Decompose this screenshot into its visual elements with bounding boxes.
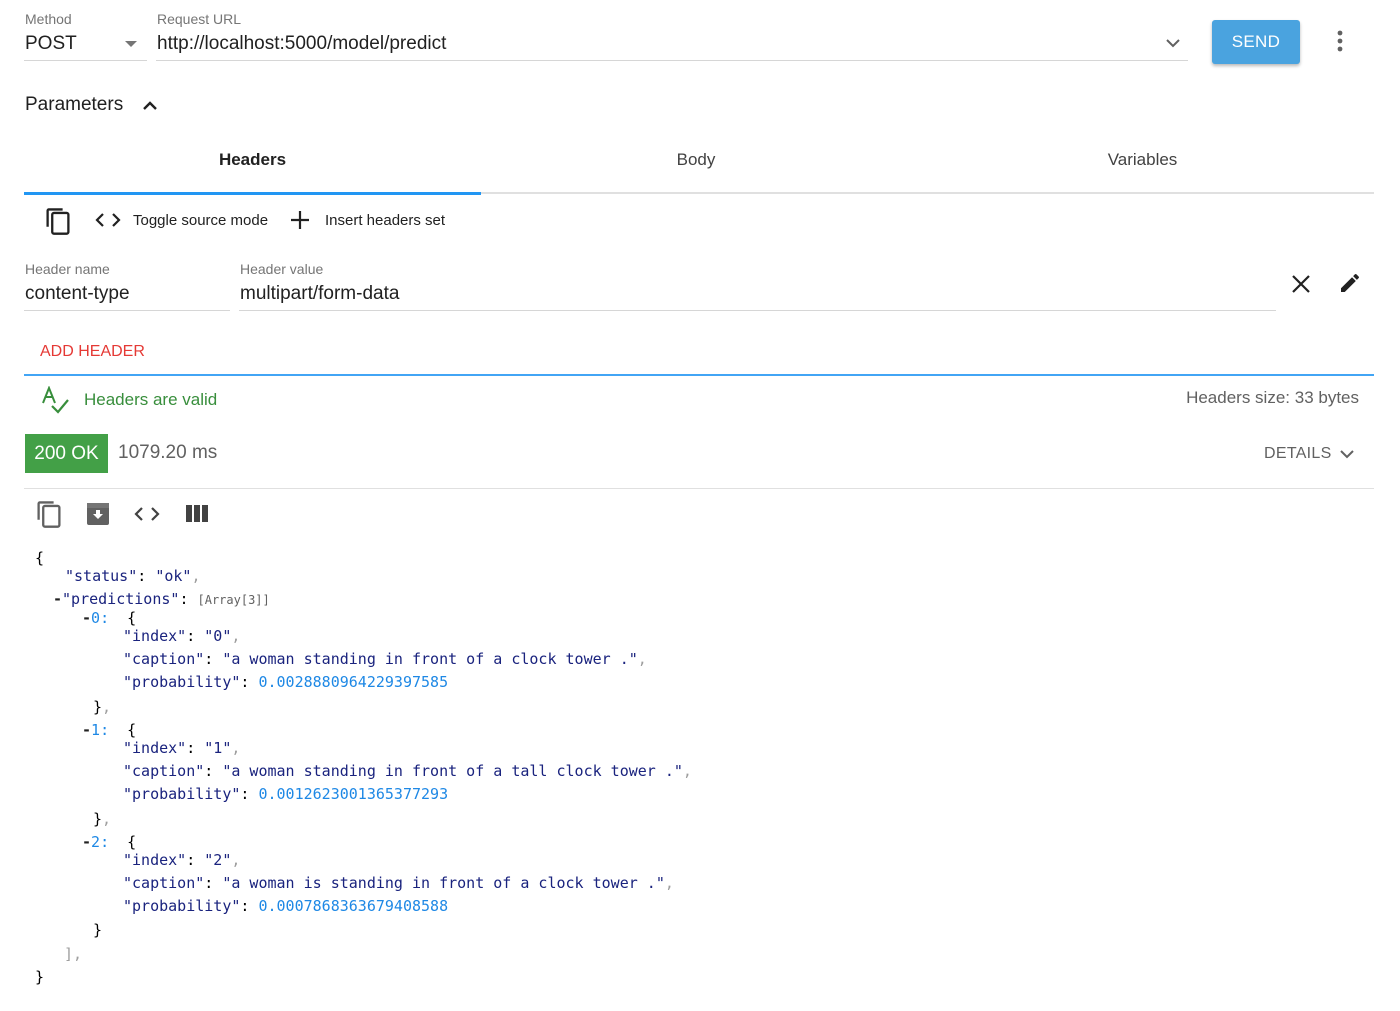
url-input[interactable]: http://localhost:5000/model/predict xyxy=(156,30,1188,61)
tab-variables[interactable]: Variables xyxy=(911,150,1374,180)
json-open-brace: { xyxy=(35,549,45,567)
copy-icon[interactable] xyxy=(35,499,63,529)
chevron-up-icon[interactable] xyxy=(141,99,159,111)
more-vert-icon[interactable] xyxy=(1331,29,1349,53)
details-label: DETAILS xyxy=(1264,445,1332,462)
copy-icon[interactable] xyxy=(44,206,72,236)
parameters-title: Parameters xyxy=(25,94,124,115)
toggle-source-button[interactable]: Toggle source mode xyxy=(95,207,268,233)
tab-headers[interactable]: Headers xyxy=(24,150,481,180)
json-string: "ok" xyxy=(155,567,192,585)
code-icon[interactable] xyxy=(134,506,160,522)
details-button[interactable]: DETAILS xyxy=(1264,444,1355,464)
json-status-line: "status": "ok", xyxy=(65,567,201,585)
spellcheck-icon xyxy=(42,386,69,414)
toggle-source-label: Toggle source mode xyxy=(133,211,269,229)
header-name-input[interactable]: content-type xyxy=(24,280,230,311)
view-column-icon[interactable] xyxy=(186,505,208,522)
json-caption-line: "caption": "a woman standing in front of… xyxy=(123,650,647,668)
json-probability-line: "probability": 0.0028880964229397585 xyxy=(123,673,449,691)
json-probability-line: "probability": 0.0012623001365377293 xyxy=(123,785,449,803)
add-header-button[interactable]: ADD HEADER xyxy=(40,343,145,361)
headers-valid-text: Headers are valid xyxy=(84,390,218,409)
header-name-value: content-type xyxy=(25,283,130,304)
json-key: "status" xyxy=(65,567,138,585)
insert-headers-button[interactable]: Insert headers set xyxy=(290,207,445,233)
json-key: "predictions" xyxy=(62,590,180,608)
json-array-close: ], xyxy=(64,945,83,963)
method-label: Method xyxy=(25,11,72,27)
status-badge: 200 OK xyxy=(25,434,108,473)
json-close-brace: }, xyxy=(93,810,112,828)
json-probability-line: "probability": 0.0007868363679408588 xyxy=(123,897,449,915)
response-divider xyxy=(24,488,1374,489)
tab-body[interactable]: Body xyxy=(481,150,911,180)
triangle-down-icon xyxy=(125,41,137,47)
headers-panel-divider xyxy=(24,374,1374,376)
json-index-line: "index": "2", xyxy=(123,851,241,869)
header-value-input[interactable]: multipart/form-data xyxy=(239,280,1276,311)
url-value: http://localhost:5000/model/predict xyxy=(157,33,447,54)
json-close-brace: } xyxy=(35,968,45,986)
json-close-brace: }, xyxy=(93,698,112,716)
method-value: POST xyxy=(25,33,77,54)
chevron-down-icon xyxy=(1339,450,1354,459)
chevron-down-icon[interactable] xyxy=(1165,38,1181,48)
pencil-icon[interactable] xyxy=(1338,271,1362,295)
plus-icon xyxy=(291,211,309,229)
json-caption-line: "caption": "a woman is standing in front… xyxy=(123,874,674,892)
json-close-brace: } xyxy=(93,921,103,939)
collapse-toggle[interactable]: - xyxy=(53,590,62,608)
headers-size-text: Headers size: 33 bytes xyxy=(1186,388,1359,407)
response-time: 1079.20 ms xyxy=(118,442,218,463)
json-index-line: "index": "1", xyxy=(123,739,241,757)
header-name-label: Header name xyxy=(25,261,110,277)
close-icon[interactable] xyxy=(1291,274,1311,294)
method-select[interactable]: POST xyxy=(24,30,147,61)
tab-indicator xyxy=(24,192,481,195)
archive-icon[interactable] xyxy=(86,502,110,526)
code-icon xyxy=(95,213,121,227)
header-value-value: multipart/form-data xyxy=(240,283,400,304)
json-index-line: "index": "0", xyxy=(123,627,241,645)
insert-headers-label: Insert headers set xyxy=(325,211,446,229)
url-label: Request URL xyxy=(157,11,242,27)
send-button[interactable]: SEND xyxy=(1212,20,1300,64)
json-type: Array[3] xyxy=(204,593,263,607)
json-caption-line: "caption": "a woman standing in front of… xyxy=(123,762,692,780)
header-value-label: Header value xyxy=(240,261,324,277)
